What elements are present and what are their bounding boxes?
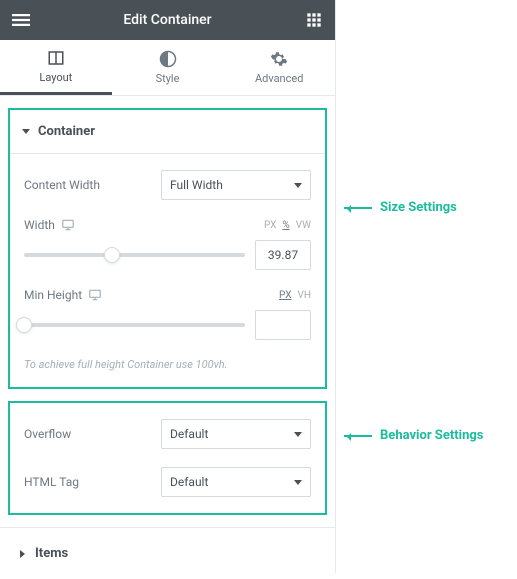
chevron-down-icon [294, 183, 302, 188]
overflow-row: Overflow Default [24, 419, 311, 449]
callout-behavior: Behavior Settings [344, 428, 483, 443]
behavior-section: Overflow Default HTML Tag Default [8, 401, 327, 515]
panel-header: Edit Container [0, 0, 335, 40]
container-section-body: Content Width Full Width Width PX % VW [10, 154, 325, 387]
content-width-value: Full Width [170, 178, 223, 192]
unit-percent[interactable]: % [282, 220, 289, 231]
unit-vh[interactable]: VH [297, 290, 311, 301]
container-section-title: Container [38, 124, 95, 139]
minheight-label-text: Min Height [24, 288, 82, 302]
htmltag-select[interactable]: Default [161, 467, 311, 497]
panel-title: Edit Container [123, 12, 211, 28]
apps-icon [306, 12, 322, 28]
width-row-head: Width PX % VW [24, 218, 311, 232]
minheight-slider-row [24, 310, 311, 340]
content-width-row: Content Width Full Width [24, 170, 311, 200]
tab-style-label: Style [156, 72, 180, 85]
chevron-down-icon [294, 432, 302, 437]
chevron-down-icon [294, 480, 302, 485]
gear-icon [270, 50, 288, 68]
unit-vw[interactable]: VW [296, 220, 311, 231]
arrow-icon [344, 207, 372, 209]
menu-button[interactable] [10, 9, 32, 31]
callout-size: Size Settings [344, 200, 457, 215]
overflow-label: Overflow [24, 427, 161, 441]
tab-layout[interactable]: Layout [0, 40, 112, 95]
desktop-icon[interactable] [88, 288, 102, 302]
width-input[interactable] [255, 240, 311, 270]
callout-behavior-text: Behavior Settings [380, 428, 483, 443]
chevron-right-icon [20, 550, 25, 558]
minheight-row-head: Min Height PX VH [24, 288, 311, 302]
callout-size-text: Size Settings [380, 200, 457, 215]
behavior-section-body: Overflow Default HTML Tag Default [10, 403, 325, 513]
content-width-select[interactable]: Full Width [161, 170, 311, 200]
minheight-units: PX VH [279, 290, 311, 301]
arrow-icon [344, 435, 372, 437]
overflow-select[interactable]: Default [161, 419, 311, 449]
style-icon [159, 50, 177, 68]
minheight-slider[interactable] [24, 323, 245, 327]
width-slider-row [24, 240, 311, 270]
overflow-value: Default [170, 427, 208, 441]
htmltag-row: HTML Tag Default [24, 467, 311, 497]
width-units: PX % VW [264, 220, 311, 231]
width-label: Width [24, 218, 264, 232]
htmltag-label: HTML Tag [24, 475, 161, 489]
layout-icon [47, 49, 65, 67]
items-title: Items [35, 546, 68, 561]
width-label-text: Width [24, 218, 55, 232]
hamburger-icon [12, 11, 30, 29]
unit-px[interactable]: PX [279, 290, 291, 301]
items-section-header[interactable]: Items [0, 527, 335, 579]
width-slider[interactable] [24, 253, 245, 257]
minheight-label: Min Height [24, 288, 279, 302]
unit-px[interactable]: PX [264, 220, 276, 231]
tab-layout-label: Layout [39, 71, 72, 84]
tab-advanced[interactable]: Advanced [223, 40, 335, 95]
htmltag-value: Default [170, 475, 208, 489]
content-width-label: Content Width [24, 178, 161, 192]
tab-advanced-label: Advanced [255, 72, 303, 85]
tabs: Layout Style Advanced [0, 40, 335, 96]
hint-text: To achieve full height Container use 100… [24, 358, 311, 371]
chevron-down-icon [22, 129, 30, 134]
minheight-input[interactable] [255, 310, 311, 340]
container-section-header[interactable]: Container [10, 110, 325, 154]
minheight-slider-thumb[interactable] [16, 317, 32, 333]
tab-style[interactable]: Style [112, 40, 224, 95]
desktop-icon[interactable] [61, 218, 75, 232]
container-section: Container Content Width Full Width Width… [8, 108, 327, 389]
apps-button[interactable] [303, 9, 325, 31]
edit-panel: Edit Container Layout Style Advanced Con… [0, 0, 336, 573]
width-slider-thumb[interactable] [104, 247, 120, 263]
